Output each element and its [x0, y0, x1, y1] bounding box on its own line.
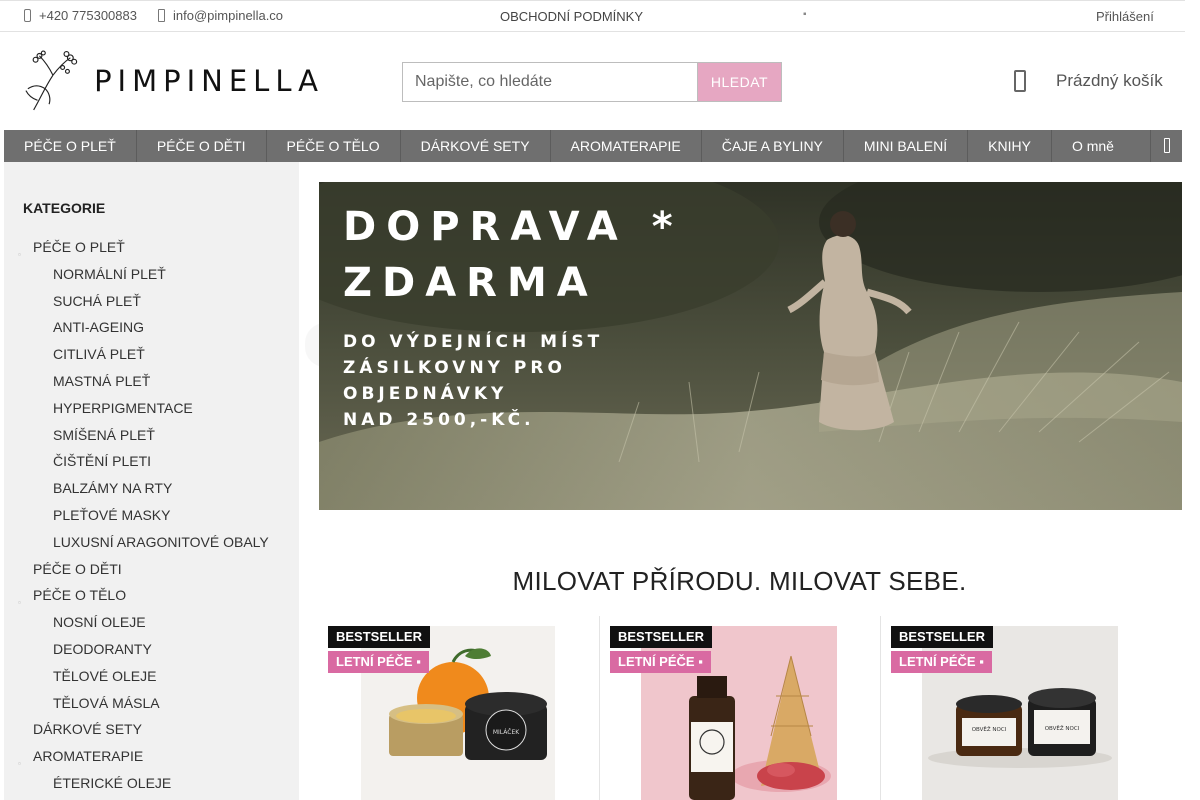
- email-address[interactable]: info@pimpinella.co: [173, 8, 283, 23]
- sidebar-title: KATEGORIE: [23, 200, 106, 216]
- category-label: ÉTERICKÉ OLEJE: [53, 774, 172, 791]
- section-headline: MILOVAT PŘÍRODU. MILOVAT SEBE.: [512, 566, 967, 596]
- category-label: NOSNÍ OLEJE: [53, 614, 146, 631]
- category-label: HYPERPIGMENTACE: [53, 399, 193, 416]
- subcategory-item[interactable]: BALZÁMY NA RTY: [4, 475, 299, 502]
- subcategory-item[interactable]: PLEŤOVÉ MASKY: [4, 502, 299, 529]
- nav-item-books[interactable]: KNIHY: [968, 130, 1052, 162]
- category-label: LUXUSNÍ ARAGONITOVÉ OBALY: [53, 533, 269, 550]
- banner-line-6: NAD 2500,-KČ.: [343, 410, 535, 430]
- category-label: DÁRKOVÉ SETY: [33, 721, 142, 738]
- login-link[interactable]: Přihlášení: [1096, 9, 1154, 24]
- main-nav: PÉČE O PLEŤ PÉČE O DĚTI PÉČE O TĚLO DÁRK…: [4, 130, 1182, 162]
- category-label: AROMATERAPIE: [33, 748, 144, 765]
- phone-number[interactable]: +420 775300883: [39, 8, 137, 23]
- subcategory-item[interactable]: TĚLOVÉ OLEJE: [4, 663, 299, 690]
- badge-bestseller: BESTSELLER: [328, 626, 430, 648]
- badge-bestseller: BESTSELLER: [610, 626, 712, 648]
- jar-label-right: OBVĚŽ NOCI: [1045, 724, 1080, 732]
- category-label: PÉČE O TĚLO: [33, 587, 127, 604]
- category-label: CITLIVÁ PLEŤ: [53, 346, 145, 363]
- promo-banner[interactable]: DOPRAVA * ZDARMA DO VÝDEJNÍCH MÍST ZÁSIL…: [319, 182, 1182, 510]
- category-label: BALZÁMY NA RTY: [53, 480, 173, 497]
- badge-summer-care: LETNÍ PÉČE ▪: [328, 651, 429, 673]
- product-card[interactable]: BESTSELLER LETNÍ PÉČE ▪ MILÁČEK: [318, 616, 599, 800]
- subcategory-item[interactable]: MASTNÁ PLEŤ: [4, 368, 299, 395]
- subcategory-item[interactable]: SUCHÁ PLEŤ: [4, 288, 299, 315]
- category-label: PÉČE O DĚTI: [33, 560, 122, 577]
- dropdown-icon[interactable]: ▪: [803, 9, 807, 20]
- subcategory-item[interactable]: ČIŠTĚNÍ PLETI: [4, 448, 299, 475]
- subcategory-item[interactable]: NOSNÍ OLEJE: [4, 609, 299, 636]
- category-item[interactable]: ▫ PÉČE O TĚLO: [4, 582, 299, 609]
- top-bar: +420 775300883 info@pimpinella.co OBCHOD…: [0, 0, 1185, 32]
- category-label: MASTNÁ PLEŤ: [53, 372, 151, 389]
- search-input[interactable]: [403, 63, 697, 101]
- category-item[interactable]: ▫ PÉČE O PLEŤ: [4, 234, 299, 261]
- herb-logo-icon: [25, 50, 78, 111]
- badge-summer-care: LETNÍ PÉČE ▪: [891, 651, 992, 673]
- category-label: PÉČE O PLEŤ: [33, 239, 125, 255]
- search-button[interactable]: HLEDAT: [697, 63, 781, 101]
- subcategory-item[interactable]: NORMÁLNÍ PLEŤ: [4, 261, 299, 288]
- subcategory-item[interactable]: HYPERPIGMENTACE: [4, 395, 299, 422]
- banner-line-1: DOPRAVA *: [343, 204, 683, 250]
- subcategory-item[interactable]: ÉTERICKÉ OLEJE: [4, 770, 299, 797]
- category-sidebar: KATEGORIE ▫ PÉČE O PLEŤ NORMÁLNÍ PLEŤ SUCHÁ…: [4, 162, 299, 800]
- subcategory-item[interactable]: CITLIVÁ PLEŤ: [4, 341, 299, 368]
- banner-line-5: OBJEDNÁVKY: [343, 384, 508, 404]
- nav-item-body-care[interactable]: PÉČE O TĚLO: [267, 130, 401, 162]
- category-label: SMÍŠENÁ PLEŤ: [53, 426, 155, 443]
- banner-line-3: DO VÝDEJNÍCH MÍST: [343, 332, 604, 352]
- nav-item-gift-sets[interactable]: DÁRKOVÉ SETY: [401, 130, 551, 162]
- more-icon: [1163, 138, 1170, 153]
- subcategory-item[interactable]: TĚLOVÁ MÁSLA: [4, 690, 299, 717]
- category-item[interactable]: DÁRKOVÉ SETY: [4, 716, 299, 743]
- subcategory-item[interactable]: DEODORANTY: [4, 636, 299, 663]
- nav-item-aromatherapy[interactable]: AROMATERAPIE: [551, 130, 702, 162]
- category-label: PLEŤOVÉ MASKY: [53, 506, 171, 523]
- product-card[interactable]: BESTSELLER LETNÍ PÉČE ▪ OBVĚŽ NOCI OBVĚŽ…: [880, 616, 1161, 800]
- category-label: DEODORANTY: [53, 640, 152, 657]
- search-bar: HLEDAT: [402, 62, 782, 102]
- badge-summer-care: LETNÍ PÉČE ▪: [610, 651, 711, 673]
- category-item[interactable]: PÉČE O DĚTI: [4, 556, 299, 583]
- mail-icon: [158, 9, 165, 22]
- category-label: TĚLOVÁ MÁSLA: [53, 694, 160, 711]
- subcategory-item[interactable]: ANTI-AGEING: [4, 314, 299, 341]
- banner-line-2: ZDARMA: [343, 260, 598, 306]
- nav-item-teas[interactable]: ČAJE A BYLINY: [702, 130, 844, 162]
- jar-label: MILÁČEK: [493, 729, 520, 736]
- subcategory-item[interactable]: SMÍŠENÁ PLEŤ: [4, 422, 299, 449]
- terms-link[interactable]: OBCHODNÍ PODMÍNKY: [500, 9, 643, 24]
- category-item[interactable]: ▫ AROMATERAPIE: [4, 743, 299, 770]
- nav-item-mini[interactable]: MINI BALENÍ: [844, 130, 969, 162]
- nav-item-about[interactable]: O mně: [1052, 130, 1134, 162]
- cart-label[interactable]: Prázdný košík: [1056, 71, 1163, 91]
- category-label: SUCHÁ PLEŤ: [53, 292, 141, 309]
- cart-icon[interactable]: [1014, 70, 1026, 92]
- category-label: ANTI-AGEING: [53, 319, 145, 336]
- banner-line-4: ZÁSILKOVNY PRO: [343, 358, 566, 378]
- phone-contact[interactable]: +420 775300883: [24, 8, 137, 23]
- nav-item-child-care[interactable]: PÉČE O DĚTI: [137, 130, 267, 162]
- jar-label-left: OBVĚŽ NOCI: [972, 725, 1007, 733]
- category-list: ▫ PÉČE O PLEŤ NORMÁLNÍ PLEŤ SUCHÁ PLEŤ ANTI-…: [4, 234, 299, 797]
- nav-item-skin-care[interactable]: PÉČE O PLEŤ: [4, 130, 137, 162]
- badge-bestseller: BESTSELLER: [891, 626, 993, 648]
- phone-icon: [24, 9, 31, 22]
- logo-text: PIMPINELLA: [94, 64, 324, 98]
- category-label: NORMÁLNÍ PLEŤ: [53, 265, 166, 282]
- product-card[interactable]: BESTSELLER LETNÍ PÉČE ▪: [599, 616, 880, 800]
- cart[interactable]: Prázdný košík: [1014, 70, 1163, 92]
- category-label: TĚLOVÉ OLEJE: [53, 667, 157, 684]
- subcategory-item[interactable]: LUXUSNÍ ARAGONITOVÉ OBALY: [4, 529, 299, 556]
- logo[interactable]: PIMPINELLA: [24, 48, 324, 114]
- nav-more-button[interactable]: [1150, 130, 1182, 162]
- category-label: ČIŠTĚNÍ PLETI: [53, 453, 152, 470]
- email-contact[interactable]: info@pimpinella.co: [158, 8, 283, 23]
